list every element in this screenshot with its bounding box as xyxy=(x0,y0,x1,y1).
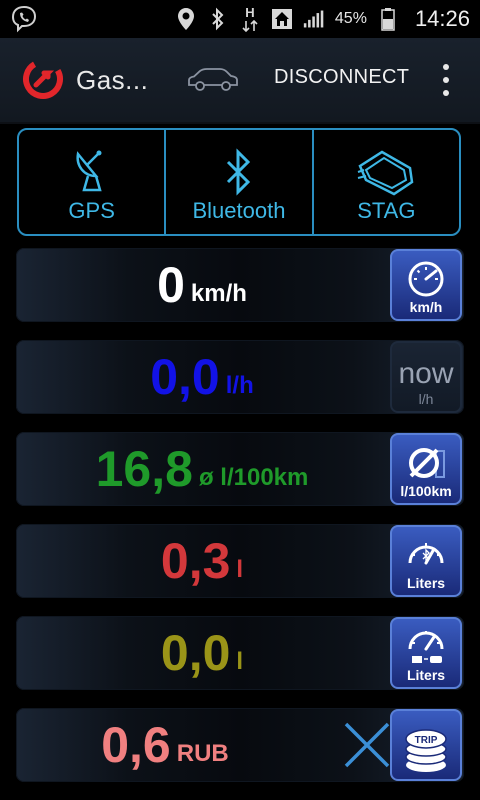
tab-gps[interactable]: GPS xyxy=(19,130,164,234)
tab-gps-label: GPS xyxy=(68,198,115,223)
speed-button[interactable]: km/h xyxy=(390,249,462,321)
location-icon xyxy=(175,7,197,31)
flow-button-label: l/h xyxy=(418,391,434,407)
liters-value: 0,3 xyxy=(160,533,231,589)
tab-bluetooth-label: Bluetooth xyxy=(192,198,286,223)
app-title: Gas... xyxy=(76,65,149,95)
satellite-dish-icon xyxy=(76,150,102,192)
bluetooth-icon xyxy=(226,148,251,196)
average-consumption-icon xyxy=(409,448,445,478)
tab-bluetooth[interactable]: Bluetooth xyxy=(164,130,311,234)
reset-close-icon[interactable] xyxy=(340,718,394,772)
tab-stag-label: STAG xyxy=(357,198,416,223)
battery-percent: 45% xyxy=(334,10,367,27)
battery-icon xyxy=(377,7,399,31)
speed-unit: km/h xyxy=(190,280,247,307)
average-row: 16,8 ø l/100km l/100km xyxy=(16,432,464,506)
app-logo-icon[interactable] xyxy=(22,58,64,100)
liters-alt-button[interactable]: Liters xyxy=(390,617,462,689)
h-network-icon: H xyxy=(239,5,261,33)
average-button[interactable]: l/100km xyxy=(390,433,462,505)
liters-alt-value: 0,0 xyxy=(160,625,231,681)
signal-icon xyxy=(303,7,325,31)
average-unit: ø l/100km xyxy=(198,464,309,491)
speed-value: 0 xyxy=(157,257,185,313)
stag-device-icon xyxy=(357,150,414,196)
trip-button-label: TRIP xyxy=(415,735,438,746)
speed-row: 0 km/h km/h xyxy=(16,248,464,322)
trip-button[interactable]: TRIP xyxy=(390,709,462,781)
fuel-now-icon: now xyxy=(398,357,454,390)
flow-unit: l/h xyxy=(225,372,254,399)
average-button-label: l/100km xyxy=(400,483,452,499)
liters-alt-row: 0,0 l Liters xyxy=(16,616,464,690)
flow-row: 0,0 l/h now l/h xyxy=(16,340,464,414)
cost-row: 0,6 RUB TRIP xyxy=(16,708,464,782)
average-value: 16,8 xyxy=(95,441,193,497)
speed-button-label: km/h xyxy=(409,299,443,315)
liters-button[interactable]: Liters xyxy=(390,525,462,597)
cost-unit: RUB xyxy=(176,740,229,767)
gauge-cars-icon xyxy=(408,631,444,663)
trip-coins-icon: TRIP xyxy=(405,729,447,772)
flow-value: 0,0 xyxy=(150,349,220,405)
overflow-menu-icon[interactable] xyxy=(436,64,456,96)
connection-tabs: GPS Bluetooth STAG xyxy=(17,128,461,236)
liters-unit: l xyxy=(236,556,244,583)
liters-row: 0,3 l Liters xyxy=(16,524,464,598)
liters-button-label: Liters xyxy=(406,575,446,591)
disconnect-button[interactable]: DISCONNECT xyxy=(268,66,415,89)
network-type-label: H xyxy=(245,5,254,20)
flow-button[interactable]: now l/h xyxy=(390,341,462,413)
clock: 14:26 xyxy=(414,6,470,31)
viber-icon xyxy=(11,5,37,33)
tab-stag[interactable]: STAG xyxy=(311,130,459,234)
speedometer-icon xyxy=(408,261,444,297)
home-icon xyxy=(271,7,293,31)
car-icon[interactable] xyxy=(186,66,240,92)
liters-alt-button-label: Liters xyxy=(406,667,446,683)
cost-value: 0,6 xyxy=(101,717,171,773)
bluetooth-icon xyxy=(207,7,229,31)
status-bar: H 45% 14:26 xyxy=(0,0,480,38)
liters-alt-unit: l xyxy=(236,648,244,675)
app-bar: Gas... DISCONNECT xyxy=(0,38,480,124)
gauge-bluetooth-icon xyxy=(408,543,444,565)
